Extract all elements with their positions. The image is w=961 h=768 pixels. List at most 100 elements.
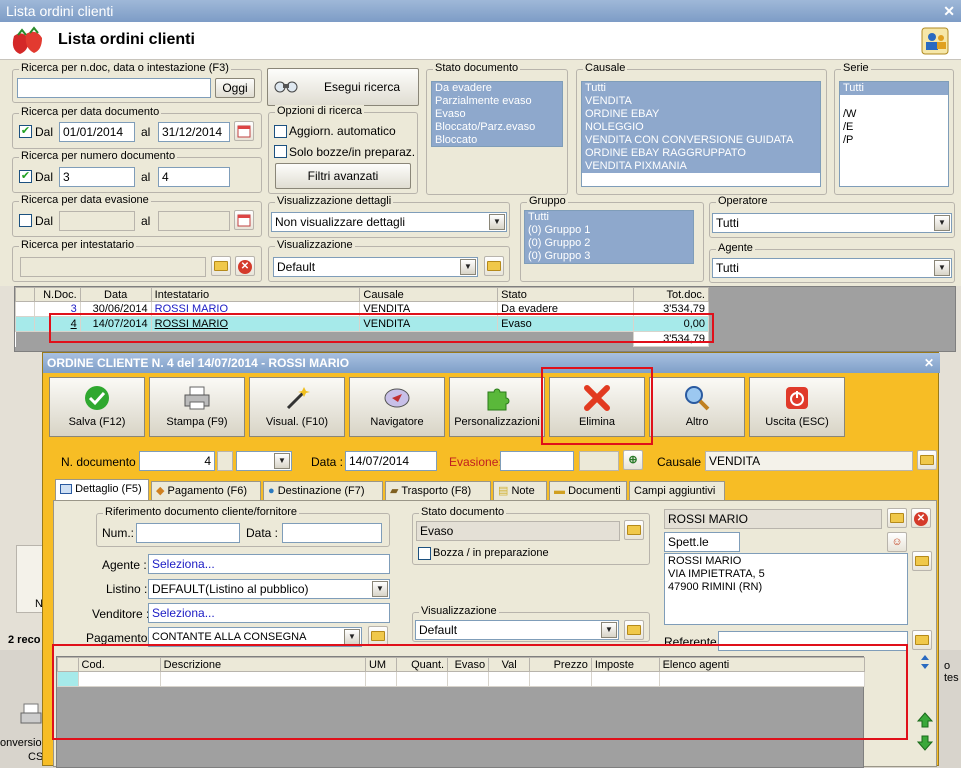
cell[interactable]	[488, 671, 531, 687]
person-search-icon[interactable]: ☺	[887, 532, 907, 552]
causale-listbox[interactable]: Tutti VENDITA ORDINE EBAY NOLEGGIO VENDI…	[581, 81, 821, 187]
list-item[interactable]: Tutti	[582, 82, 820, 95]
stato-listbox[interactable]: Da evadere Parzialmente evaso Evaso Bloc…	[431, 81, 563, 147]
elimina-button[interactable]: Elimina	[549, 377, 645, 437]
list-item[interactable]: Parzialmente evaso	[432, 95, 562, 108]
date-dal-checkbox[interactable]: ✔	[19, 125, 32, 138]
data-input[interactable]: 14/07/2014	[345, 451, 437, 471]
list-item[interactable]: NOLEGGIO	[582, 121, 820, 134]
calendar-icon[interactable]	[234, 121, 254, 141]
esegui-ricerca-button[interactable]: Esegui ricerca	[267, 68, 419, 106]
table-row[interactable]: 3 30/06/2014 ROSSI MARIO VENDITA Da evad…	[15, 301, 710, 317]
bozza-checkbox[interactable]	[418, 547, 431, 560]
column-header[interactable]: Cod.	[77, 657, 161, 672]
spett-field[interactable]: Spett.le	[664, 532, 740, 552]
chevron-down-icon[interactable]: ▼	[934, 215, 950, 231]
tab-pagamento[interactable]: ◆ Pagamento (F6)	[151, 481, 261, 501]
personalizzazioni-button[interactable]: Personalizzazioni	[449, 377, 545, 437]
folder-icon[interactable]	[211, 256, 231, 276]
list-item[interactable]: VENDITA PIXMANIA	[582, 160, 820, 173]
column-header[interactable]: N.Doc.	[33, 287, 81, 302]
list-item[interactable]: VENDITA	[582, 95, 820, 108]
column-header[interactable]: Intestatario	[150, 287, 361, 302]
num-dal-checkbox[interactable]: ✔	[19, 170, 32, 183]
evas-from-input[interactable]	[59, 211, 135, 231]
list-item[interactable]	[840, 95, 948, 108]
tab-trasporto[interactable]: ▰ Trasporto (F8)	[385, 481, 491, 501]
agente-select[interactable]: Tutti ▼	[712, 258, 952, 278]
dlg-vis-select[interactable]: Default ▼	[415, 620, 619, 640]
chevron-down-icon[interactable]: ▼	[344, 629, 360, 645]
salva-button[interactable]: Salva (F12)	[49, 377, 145, 437]
gruppo-listbox[interactable]: Tutti (0) Gruppo 1 (0) Gruppo 2 (0) Grup…	[524, 210, 694, 264]
column-header[interactable]: Quant.	[395, 657, 449, 672]
ndoc-spinner[interactable]	[217, 451, 233, 471]
cell-intestatario[interactable]: ROSSI MARIO	[150, 316, 361, 332]
cell[interactable]	[159, 671, 366, 687]
column-header[interactable]: Descrizione	[159, 657, 366, 672]
listino-select[interactable]: DEFAULT(Listino al pubblico) ▼	[148, 579, 390, 599]
tab-note[interactable]: ▤ Note	[493, 481, 547, 501]
printer-icon[interactable]	[20, 700, 44, 730]
column-header[interactable]: UM	[364, 657, 397, 672]
folder-icon[interactable]	[368, 626, 388, 646]
evas-dal-checkbox[interactable]	[19, 214, 32, 227]
list-item[interactable]: ORDINE EBAY	[582, 108, 820, 121]
cell[interactable]	[395, 671, 449, 687]
column-header[interactable]: Prezzo	[529, 657, 592, 672]
cell[interactable]	[529, 671, 592, 687]
cell-ndoc[interactable]: 3	[33, 301, 81, 317]
vis-dettagli-select[interactable]: Non visualizzare dettagli ▼	[271, 212, 507, 232]
chevron-down-icon[interactable]: ▼	[460, 259, 476, 275]
folder-icon[interactable]	[912, 551, 932, 571]
date-to-input[interactable]: 31/12/2014	[158, 122, 230, 142]
rif-data-input[interactable]	[282, 523, 382, 543]
column-header[interactable]: Tot.doc.	[632, 287, 710, 302]
arrow-down-icon[interactable]	[916, 734, 934, 752]
chevron-down-icon[interactable]: ▼	[274, 453, 290, 469]
tab-documenti[interactable]: ▬ Documenti	[549, 481, 627, 501]
ndoc-input[interactable]: 4	[139, 451, 215, 471]
cell[interactable]	[590, 671, 660, 687]
list-item[interactable]: /E	[840, 121, 948, 134]
tab-campi-aggiuntivi[interactable]: Campi aggiuntivi	[629, 481, 725, 501]
visual-button[interactable]: Visual. (F10)	[249, 377, 345, 437]
cell[interactable]	[658, 671, 866, 687]
list-item[interactable]: Bloccato/Parz.evaso	[432, 121, 562, 134]
cell-ndoc[interactable]: 4	[33, 316, 81, 332]
cell[interactable]	[364, 671, 397, 687]
zoom-plus-icon[interactable]: ⊕	[623, 450, 643, 470]
column-header[interactable]: Causale	[359, 287, 499, 302]
column-header[interactable]: Stato	[497, 287, 634, 302]
num-from-input[interactable]: 3	[59, 167, 135, 187]
list-item[interactable]: Bloccato	[432, 134, 562, 146]
close-icon[interactable]: ✕	[943, 0, 955, 22]
altro-button[interactable]: Altro	[649, 377, 745, 437]
causale-input[interactable]: VENDITA	[705, 451, 913, 471]
vis-select[interactable]: Default ▼	[273, 257, 478, 277]
pagamento-select[interactable]: CONTANTE ALLA CONSEGNA ▼	[148, 627, 362, 647]
list-item[interactable]: (0) Gruppo 3	[525, 250, 693, 263]
folder-icon[interactable]	[624, 620, 644, 640]
list-item[interactable]: Evaso	[432, 108, 562, 121]
list-item[interactable]: Tutti	[840, 82, 948, 95]
folder-icon[interactable]	[887, 508, 907, 528]
navigatore-button[interactable]: Navigatore	[349, 377, 445, 437]
uscita-button[interactable]: Uscita (ESC)	[749, 377, 845, 437]
cell-intestatario[interactable]: ROSSI MARIO	[150, 301, 361, 317]
chevron-down-icon[interactable]: ▼	[601, 622, 617, 638]
list-item[interactable]: /W	[840, 108, 948, 121]
list-item[interactable]: /P	[840, 134, 948, 147]
list-item[interactable]: ORDINE EBAY RAGGRUPPATO	[582, 147, 820, 160]
list-item[interactable]: (0) Gruppo 2	[525, 237, 693, 250]
cell[interactable]	[77, 671, 161, 687]
serie-select[interactable]: ▼	[236, 451, 292, 471]
tab-destinazione[interactable]: ● Destinazione (F7)	[263, 481, 383, 501]
chevron-down-icon[interactable]: ▼	[372, 581, 388, 597]
intestatario-input[interactable]	[20, 257, 206, 277]
date-from-input[interactable]: 01/01/2014	[59, 122, 135, 142]
chevron-down-icon[interactable]: ▼	[934, 260, 950, 276]
folder-icon[interactable]	[917, 450, 937, 470]
clear-icon[interactable]: ✕	[911, 508, 931, 528]
column-header[interactable]: Data	[79, 287, 152, 302]
